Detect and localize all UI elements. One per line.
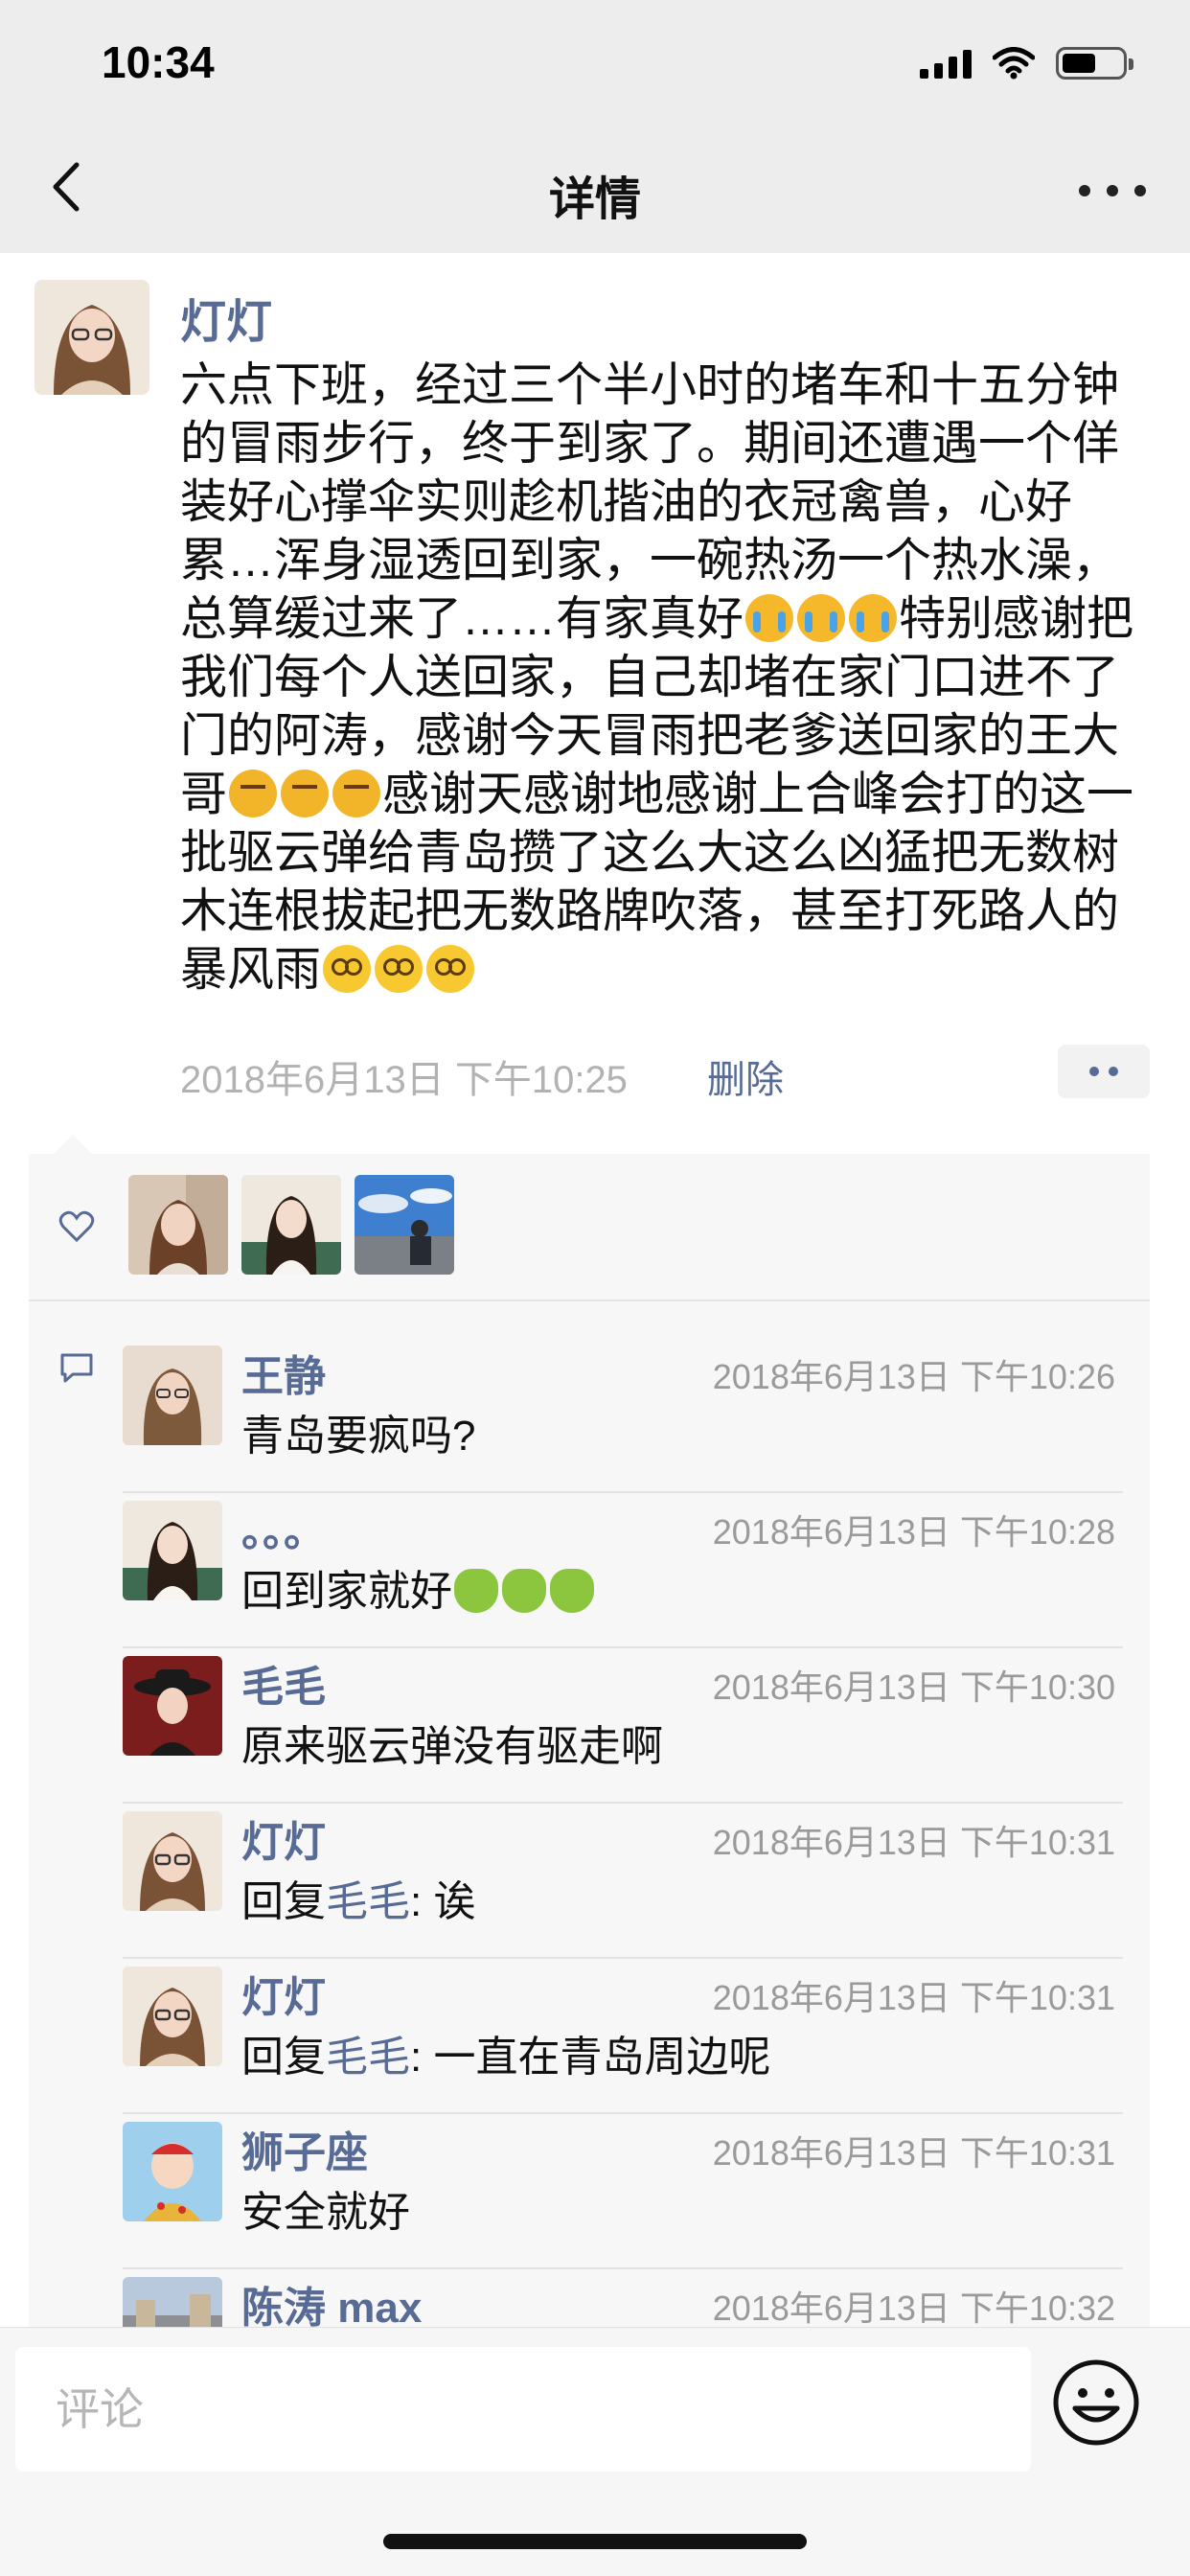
post-author-name[interactable]: 灯灯 — [180, 284, 272, 351]
dizzy-emoji-icon — [375, 945, 423, 993]
signal-icon — [920, 48, 972, 79]
comment-text: 回复毛毛: 诶 — [241, 1867, 475, 1928]
avatar-image — [123, 1811, 222, 1911]
comment-bubble-icon — [60, 1353, 93, 1383]
heart-icon — [58, 1210, 95, 1243]
reply-prefix: 回复 — [241, 2034, 326, 2081]
comment-text: 原来驱云弹没有驱走啊 — [241, 1723, 663, 1770]
like-avatar[interactable] — [241, 1175, 341, 1275]
commenter-avatar[interactable] — [123, 1811, 222, 1911]
comment-text-body: 回到家就好 — [241, 1568, 452, 1615]
comment-text: 回到家就好 — [241, 1556, 596, 1618]
avatar-image — [123, 2277, 222, 2327]
comment-time: 2018年6月13日 下午10:31 — [712, 1978, 1115, 2017]
crying-emoji-icon — [849, 594, 898, 642]
comment-time: 2018年6月13日 下午10:32 — [712, 2288, 1115, 2327]
top-bar: 10:34 详情 — [0, 0, 1190, 253]
frustrated-emoji-icon — [281, 770, 330, 817]
commenter-name[interactable]: 王静 — [241, 1342, 326, 1403]
comment-time: 2018年6月13日 下午10:26 — [712, 1357, 1115, 1396]
commenter-name[interactable]: 灯灯 — [241, 1807, 326, 1869]
post-actions-button[interactable] — [1058, 1045, 1150, 1098]
reply-target[interactable]: 毛毛 — [326, 1878, 410, 1925]
commenter-name[interactable]: 陈涛 max — [241, 2273, 422, 2327]
comment-item[interactable]: 狮子座 2018年6月13日 下午10:31 安全就好 — [123, 2114, 1150, 2269]
comment-text: 青岛要疯吗? — [241, 1413, 476, 1460]
comment-time: 2018年6月13日 下午10:30 — [712, 1668, 1115, 1707]
comment-time: 2018年6月13日 下午10:28 — [712, 1512, 1115, 1552]
frustrated-emoji-icon — [332, 770, 381, 817]
commenter-avatar[interactable] — [123, 1656, 222, 1756]
frustrated-emoji-icon — [229, 770, 278, 817]
commenter-avatar[interactable] — [123, 1346, 222, 1445]
comment-text: 安全就好 — [241, 2189, 410, 2236]
comment-item[interactable]: 毛毛 2018年6月13日 下午10:30 原来驱云弹没有驱走啊 — [123, 1648, 1150, 1804]
dizzy-emoji-icon — [426, 945, 475, 993]
avatar-image — [123, 1656, 222, 1756]
commenter-avatar[interactable] — [123, 1501, 222, 1600]
page-title: 详情 — [548, 174, 641, 225]
avatar-image — [123, 1346, 222, 1445]
crying-emoji-icon — [797, 594, 846, 642]
comment-item[interactable]: 。。。 2018年6月13日 下午10:28 回到家就好 — [123, 1493, 1150, 1648]
crying-emoji-icon — [745, 594, 794, 642]
emoji-button[interactable] — [1050, 2357, 1142, 2449]
commenter-avatar[interactable] — [123, 1966, 222, 2066]
battery-icon — [1056, 47, 1133, 80]
commenter-name[interactable]: 毛毛 — [241, 1652, 326, 1714]
comment-text-body: : 诶 — [410, 1878, 476, 1925]
commenter-name[interactable]: 。。。 — [241, 1497, 326, 1558]
comment-item[interactable]: 灯灯 2018年6月13日 下午10:31 回复毛毛: 一直在青岛周边呢 — [123, 1959, 1150, 2114]
more-dots-icon — [1079, 185, 1090, 196]
frog-emoji-icon — [550, 1569, 594, 1613]
status-icons — [920, 42, 1133, 84]
commenter-name[interactable]: 灯灯 — [241, 1963, 326, 2024]
avatar-image — [241, 1175, 341, 1275]
post-timestamp: 2018年6月13日 下午10:25 — [180, 1059, 628, 1101]
wifi-icon — [993, 47, 1035, 80]
comment-item[interactable]: 灯灯 2018年6月13日 下午10:31 回复毛毛: 诶 — [123, 1804, 1150, 1959]
avatar-image — [123, 2122, 222, 2221]
home-indicator[interactable] — [383, 2534, 807, 2549]
comment-time: 2018年6月13日 下午10:31 — [712, 1823, 1115, 1862]
dizzy-emoji-icon — [323, 945, 372, 993]
panel-caret — [54, 1135, 92, 1154]
post-author-avatar[interactable] — [34, 280, 149, 395]
comments-panel: 王静 2018年6月13日 下午10:26 青岛要疯吗? 。。。 2018年6月… — [29, 1301, 1150, 2327]
commenter-avatar[interactable] — [123, 2122, 222, 2221]
avatar-image — [123, 1501, 222, 1600]
post-text: 六点下班，经过三个半小时的堵车和十五分钟的冒雨步行，终于到家了。期间还遭遇一个佯… — [180, 356, 1157, 1000]
delete-link[interactable]: 删除 — [707, 1048, 784, 1104]
avatar-image — [123, 1966, 222, 2066]
commenter-name[interactable]: 狮子座 — [241, 2118, 368, 2179]
comment-input[interactable] — [15, 2347, 1031, 2472]
more-dots-icon — [1089, 1067, 1099, 1076]
avatar-image — [355, 1175, 454, 1275]
like-avatar[interactable] — [128, 1175, 228, 1275]
more-options-button[interactable] — [1079, 169, 1146, 213]
frog-emoji-icon — [454, 1569, 498, 1613]
comment-time: 2018年6月13日 下午10:31 — [712, 2133, 1115, 2173]
avatar-image — [128, 1175, 228, 1275]
like-avatar[interactable] — [355, 1175, 454, 1275]
likes-panel — [29, 1154, 1150, 1300]
comment-item[interactable]: 陈涛 max 2018年6月13日 下午10:32 — [123, 2269, 1150, 2327]
avatar-image — [34, 280, 149, 395]
reply-prefix: 回复 — [241, 1878, 326, 1925]
reply-target[interactable]: 毛毛 — [326, 2034, 410, 2081]
frog-emoji-icon — [502, 1569, 546, 1613]
commenter-avatar[interactable] — [123, 2277, 222, 2327]
comment-text: 回复毛毛: 一直在青岛周边呢 — [241, 2022, 770, 2083]
status-time: 10:34 — [102, 37, 215, 87]
comment-text-body: : 一直在青岛周边呢 — [410, 2034, 771, 2081]
comment-item[interactable]: 王静 2018年6月13日 下午10:26 青岛要疯吗? — [123, 1338, 1150, 1493]
smiley-face-icon — [1053, 2359, 1139, 2446]
